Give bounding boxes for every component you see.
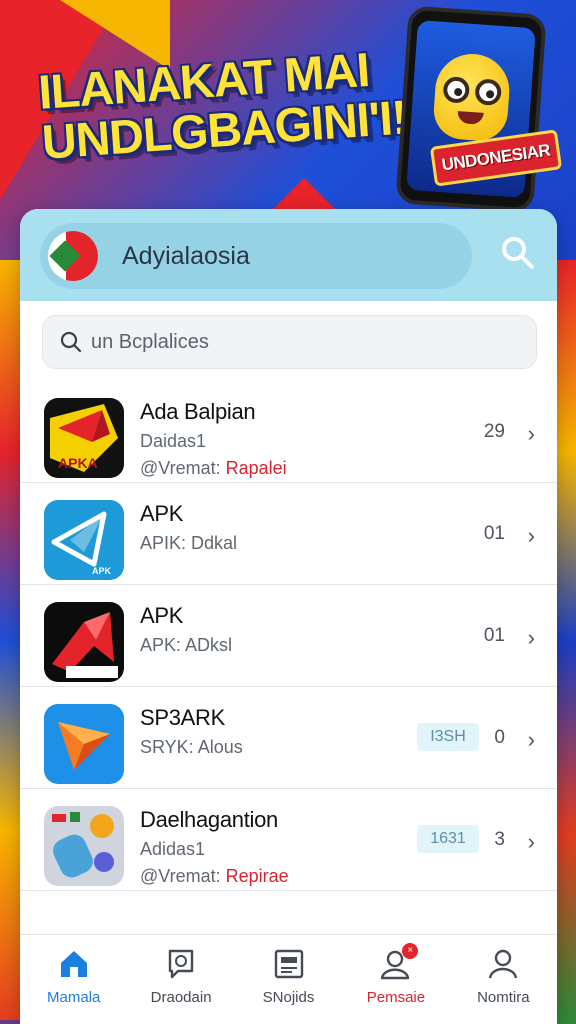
red-black-arrow-app-icon bbox=[44, 602, 124, 682]
app-tag: I3SH bbox=[417, 723, 479, 751]
app-subtitle: Adidas1 bbox=[140, 839, 206, 859]
app-count: 29 bbox=[483, 421, 505, 442]
app-list: APKA Ada Balpian Daidas1 @Vremat: Rapale… bbox=[20, 381, 557, 891]
svg-text:APKA: APKA bbox=[58, 455, 98, 471]
app-tag: 1631 bbox=[417, 825, 479, 853]
app-store-panel: Adyialaosia APKA bbox=[20, 209, 557, 1024]
nav-tab-notifications[interactable]: × Pemsaie bbox=[342, 935, 449, 1024]
search-field[interactable] bbox=[42, 315, 537, 369]
app-meta-prefix: @Vremat: bbox=[140, 866, 221, 886]
app-subtitle: APIK: Ddkal bbox=[140, 533, 238, 553]
app-count: 3 bbox=[494, 829, 505, 850]
header-bar: Adyialaosia bbox=[20, 209, 557, 301]
chevron-right-icon: › bbox=[527, 421, 535, 446]
chevron-right-icon: › bbox=[527, 727, 535, 752]
nav-tab-label: Draodain bbox=[150, 989, 212, 1006]
app-count: 01 bbox=[483, 523, 505, 544]
site-selector[interactable]: Adyialaosia bbox=[40, 223, 472, 289]
nav-tab-label: Pemsaie bbox=[366, 989, 426, 1006]
app-subtitle: SRYK: Alous bbox=[140, 737, 243, 757]
app-title: APK bbox=[140, 603, 184, 628]
app-count: 0 bbox=[494, 727, 505, 748]
app-subtitle: Daidas1 bbox=[140, 431, 207, 451]
app-list-item[interactable]: APK APK: ADksl 01 › bbox=[20, 585, 557, 687]
app-list-item[interactable]: Daelhagantion Adidas1 @Vremat: Repirae 1… bbox=[20, 789, 557, 891]
nav-tab-label: Nomtira bbox=[477, 989, 530, 1006]
app-title: APK bbox=[140, 501, 184, 526]
app-meta-highlight: Rapalei bbox=[225, 458, 287, 478]
svg-text:APK: APK bbox=[92, 566, 112, 576]
app-meta-highlight: Repirae bbox=[225, 866, 289, 886]
app-list-item[interactable]: APK APK APIK: Ddkal 01 › bbox=[20, 483, 557, 585]
app-meta: @Vremat: Repirae bbox=[140, 866, 289, 887]
chat-icon bbox=[168, 949, 194, 979]
flag-icon bbox=[48, 231, 98, 281]
blue-paper-plane-app-icon: APK bbox=[44, 500, 124, 580]
chevron-right-icon: › bbox=[527, 523, 535, 548]
app-meta-prefix: @Vremat: bbox=[140, 458, 221, 478]
notification-badge: × bbox=[402, 943, 419, 959]
spark-triangle-app-icon bbox=[44, 704, 124, 784]
collage-app-icon bbox=[44, 806, 124, 886]
nav-tab-chat[interactable]: Draodain bbox=[127, 935, 234, 1024]
app-title: Daelhagantion bbox=[140, 807, 278, 832]
nav-tab-profile[interactable]: Nomtira bbox=[450, 935, 557, 1024]
search-icon[interactable] bbox=[498, 233, 538, 273]
red-yellow-arrow-app-icon: APKA bbox=[44, 398, 124, 478]
app-meta: @Vremat: Rapalei bbox=[140, 458, 287, 479]
app-list-item[interactable]: APKA Ada Balpian Daidas1 @Vremat: Rapale… bbox=[20, 381, 557, 483]
chevron-right-icon: › bbox=[527, 625, 535, 650]
app-title: SP3ARK bbox=[140, 705, 226, 730]
nav-tab-home[interactable]: Mamala bbox=[20, 935, 127, 1024]
background-shard bbox=[0, 260, 20, 1020]
nav-tab-label: SNojids bbox=[262, 989, 315, 1006]
background-shard bbox=[557, 260, 576, 1024]
app-count: 01 bbox=[483, 625, 505, 646]
nav-tab-label: Mamala bbox=[47, 989, 101, 1006]
app-list-item[interactable]: SP3ARK SRYK: Alous I3SH 0 › bbox=[20, 687, 557, 789]
site-name: Adyialaosia bbox=[122, 241, 250, 270]
chevron-right-icon: › bbox=[527, 829, 535, 854]
banner-headline: ILANAKAT MAI UNDLGBAGINI'I! bbox=[37, 43, 413, 170]
profile-icon bbox=[489, 949, 518, 979]
bottom-navigation: Mamala Draodain SNojids × Pemsaie Nomtir… bbox=[20, 934, 557, 1024]
app-subtitle: APK: ADksl bbox=[140, 635, 233, 655]
nav-tab-news[interactable]: SNojids bbox=[235, 935, 342, 1024]
promo-banner[interactable]: ILANAKAT MAI UNDLGBAGINI'I! UNDONESIAR bbox=[0, 0, 576, 213]
app-title: Ada Balpian bbox=[140, 399, 256, 424]
search-input[interactable] bbox=[91, 330, 491, 354]
home-icon bbox=[60, 951, 87, 977]
news-icon bbox=[274, 949, 303, 979]
search-icon bbox=[60, 331, 82, 353]
